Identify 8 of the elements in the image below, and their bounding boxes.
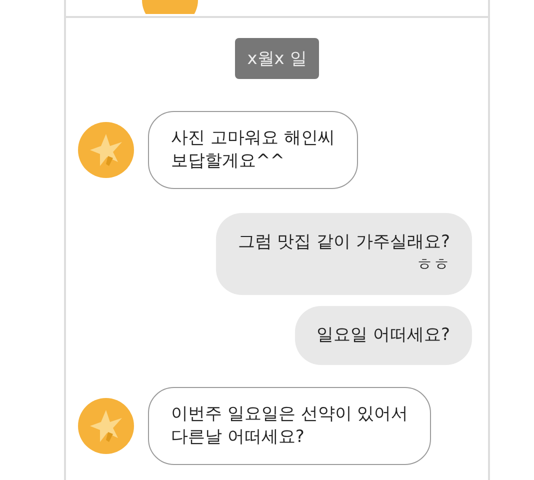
date-label: x월x 일 bbox=[235, 38, 319, 79]
sent-message: 일요일 어떠세요? bbox=[294, 306, 472, 365]
received-message: 이번주 일요일은 선약이 있어서 다른날 어떠세요? bbox=[148, 387, 432, 465]
received-message: 사진 고마워요 해인씨 보답할게요^^ bbox=[148, 111, 358, 189]
flower-avatar-icon bbox=[78, 122, 134, 178]
flower-avatar-icon bbox=[78, 398, 134, 454]
avatar-icon bbox=[142, 0, 198, 14]
sent-message: 그럼 맛집 같이 가주실래요? ㅎㅎ bbox=[216, 213, 472, 295]
